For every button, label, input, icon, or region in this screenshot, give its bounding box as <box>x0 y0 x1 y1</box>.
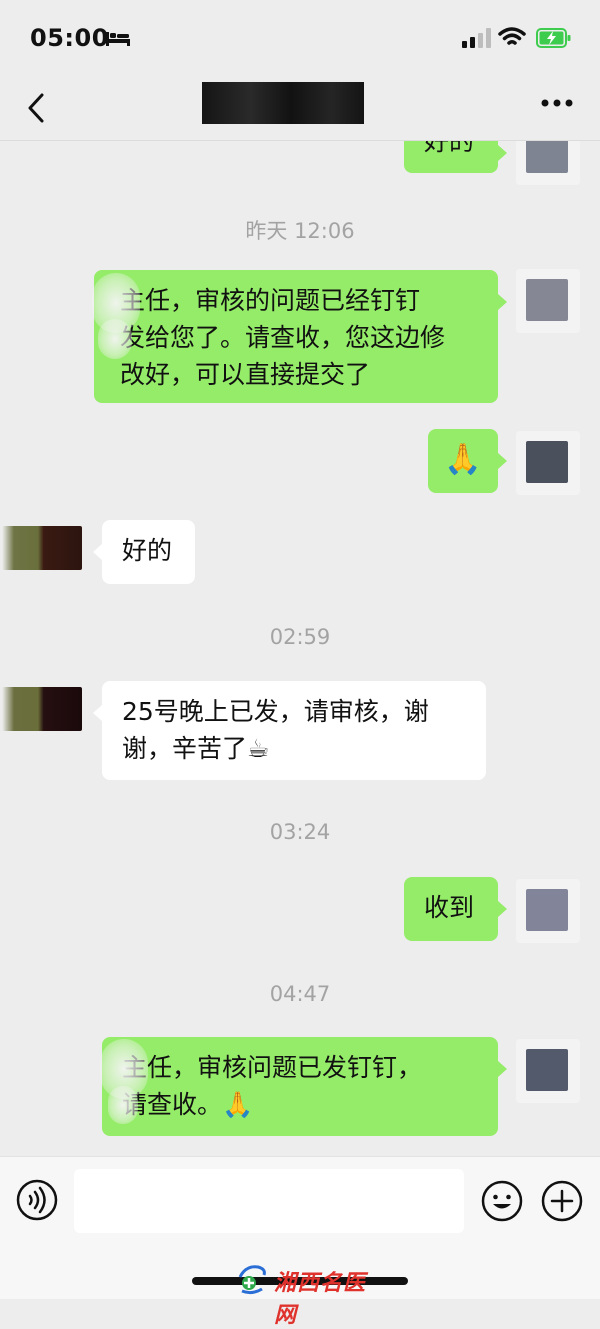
timestamp: 03:24 <box>269 820 331 844</box>
message-bubble-out[interactable]: 🙏 <box>428 429 498 493</box>
emoji-icon[interactable] <box>480 1179 524 1223</box>
bubble-tail <box>498 294 507 310</box>
watermark-text: 湘西名医网 <box>274 1270 367 1328</box>
avatar-contact[interactable] <box>2 687 82 731</box>
message-bubble-out[interactable]: 好的 <box>404 141 498 173</box>
avatar-self[interactable] <box>516 879 580 943</box>
chevron-left-icon[interactable] <box>22 90 52 126</box>
message-bubble-out[interactable]: 主任，审核的问题已经钉钉 发给您了。请查收，您这边修 改好，可以直接提交了 <box>94 270 498 403</box>
status-time: 05:00 <box>30 24 109 52</box>
battery-charging-icon <box>536 28 571 48</box>
avatar-contact[interactable] <box>2 526 82 570</box>
voice-icon[interactable] <box>16 1179 58 1221</box>
status-bar: 05:00 <box>0 0 600 76</box>
bubble-tail <box>93 544 102 560</box>
message-input[interactable] <box>74 1169 464 1233</box>
timestamp: 昨天 12:06 <box>245 219 355 243</box>
redacted-contact-name <box>202 82 364 124</box>
bed-icon <box>106 32 130 46</box>
message-bubble-out[interactable]: 收到 <box>404 877 498 941</box>
avatar-self[interactable] <box>516 431 580 495</box>
message-bubble-in[interactable]: 好的 <box>102 520 195 584</box>
input-bar: 湘西名医网 <box>0 1156 600 1328</box>
redaction-blur <box>98 319 132 359</box>
message-bubble-in[interactable]: 25号晚上已发，请审核，谢 谢，辛苦了☕ <box>102 681 486 780</box>
message-bubble-out[interactable]: 主任，审核问题已发钉钉， 请查收。🙏 <box>102 1037 498 1136</box>
watermark: 湘西名医网 <box>236 1263 386 1328</box>
more-dots-icon[interactable] <box>540 98 574 108</box>
signal-icon <box>462 28 491 48</box>
wifi-icon <box>498 27 526 45</box>
watermark-logo-icon <box>238 1265 266 1295</box>
avatar-self[interactable] <box>516 1039 580 1103</box>
avatar-self[interactable] <box>516 269 580 333</box>
bubble-tail <box>93 705 102 721</box>
bubble-tail <box>498 1061 507 1077</box>
bubble-tail <box>498 453 507 469</box>
bubble-tail <box>498 145 507 161</box>
plus-icon[interactable] <box>540 1179 584 1223</box>
timestamp: 04:47 <box>269 982 331 1006</box>
timestamp: 02:59 <box>269 625 331 649</box>
redaction-blur <box>108 1086 138 1124</box>
chat-header <box>0 76 600 141</box>
message-list: 好的 昨天 12:06 主任，审核的问题已经钉钉 发给您了。请查收，您这边修 改… <box>0 141 600 1156</box>
avatar-self[interactable] <box>516 141 580 185</box>
bubble-tail <box>498 901 507 917</box>
